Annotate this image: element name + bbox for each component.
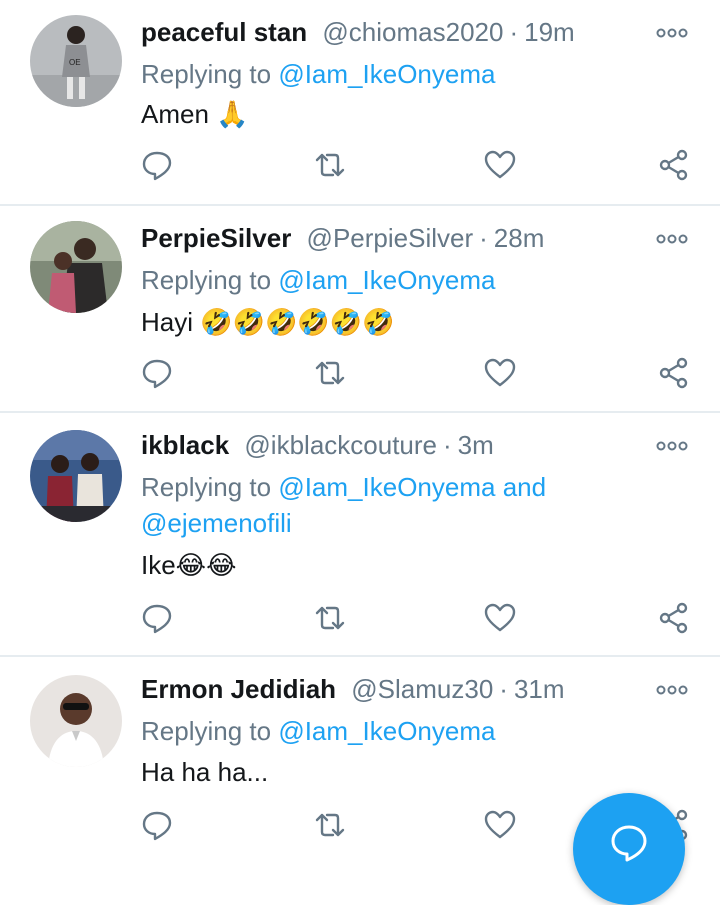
share-icon xyxy=(659,149,688,181)
compose-icon xyxy=(611,825,647,862)
like-icon xyxy=(484,603,516,632)
like-button[interactable] xyxy=(482,807,518,843)
tweet-text: Amen 🙏 xyxy=(141,99,249,129)
reply-icon xyxy=(142,811,172,841)
user-handle[interactable]: @PerpieSilver xyxy=(307,223,474,253)
timestamp[interactable]: 3m xyxy=(458,430,494,460)
separator: · xyxy=(479,223,488,253)
tweet-header: Ermon Jedidiah @Slamuz30 · 31m xyxy=(141,673,565,705)
share-icon xyxy=(659,357,688,389)
reply-icon xyxy=(142,151,172,181)
mention-link[interactable]: @Iam_IkeOnyema xyxy=(278,265,495,295)
tweet-header: peaceful stan @chiomas2020 · 19m xyxy=(141,16,575,48)
tweet-text: Ike😂😂 xyxy=(141,550,237,580)
retweet-icon xyxy=(315,813,345,837)
tweet-3[interactable]: ikblack @ikblackcouture · 3m Replying to @… xyxy=(0,413,720,657)
mention-link[interactable]: @Iam_IkeOnyema xyxy=(278,716,495,746)
reply-button[interactable] xyxy=(139,600,175,636)
timestamp[interactable]: 28m xyxy=(494,223,545,253)
retweet-icon xyxy=(315,153,345,177)
tweet-actions xyxy=(0,147,720,187)
compose-fab-button[interactable] xyxy=(573,793,685,905)
more-icon xyxy=(656,441,688,451)
more-options-button[interactable] xyxy=(656,26,688,44)
retweet-button[interactable] xyxy=(312,600,348,636)
share-icon xyxy=(659,602,688,634)
like-button[interactable] xyxy=(482,600,518,636)
like-icon xyxy=(484,810,516,839)
reply-icon xyxy=(142,359,172,389)
more-icon xyxy=(656,28,688,38)
share-button[interactable] xyxy=(656,355,692,391)
replying-to-label: Replying to xyxy=(141,472,272,502)
tweet-text: Ha ha ha... xyxy=(141,757,269,787)
more-options-button[interactable] xyxy=(656,439,688,457)
display-name[interactable]: Ermon Jedidiah xyxy=(141,674,336,704)
avatar[interactable] xyxy=(30,675,122,767)
replying-to: Replying to @Iam_IkeOnyema and @ejemenof… xyxy=(141,469,546,541)
svg-text:OE: OE xyxy=(69,58,81,67)
retweet-button[interactable] xyxy=(312,355,348,391)
tweet-actions xyxy=(0,600,720,640)
tweet-text: Hayi 🤣🤣🤣🤣🤣🤣 xyxy=(141,307,395,337)
timestamp[interactable]: 31m xyxy=(514,674,565,704)
avatar[interactable] xyxy=(30,430,122,522)
separator: · xyxy=(443,430,452,460)
reply-button[interactable] xyxy=(139,807,175,843)
like-button[interactable] xyxy=(482,147,518,183)
replying-to: Replying to @Iam_IkeOnyema xyxy=(141,262,495,298)
separator: · xyxy=(509,17,519,47)
replying-to-label: Replying to xyxy=(141,716,272,746)
display-name[interactable]: PerpieSilver xyxy=(141,223,291,253)
separator: · xyxy=(499,674,508,704)
timestamp[interactable]: 19m xyxy=(524,17,575,47)
replying-to-label: Replying to xyxy=(141,59,272,89)
reply-icon xyxy=(142,604,172,634)
display-name[interactable]: peaceful stan xyxy=(141,17,307,47)
like-icon xyxy=(484,150,516,179)
mention-link-2[interactable]: @ejemenofili xyxy=(141,508,292,538)
mention-conjunction: and xyxy=(502,472,547,502)
tweet-1[interactable]: OE peaceful stan @chiomas2020 · 19m Replyi… xyxy=(0,0,720,206)
retweet-button[interactable] xyxy=(312,147,348,183)
tweet-header: PerpieSilver @PerpieSilver · 28m xyxy=(141,222,544,254)
tweet-header: ikblack @ikblackcouture · 3m xyxy=(141,429,494,461)
more-icon xyxy=(656,685,688,695)
like-icon xyxy=(484,358,516,387)
mention-link[interactable]: @Iam_IkeOnyema xyxy=(278,59,495,89)
retweet-button[interactable] xyxy=(312,807,348,843)
reply-button[interactable] xyxy=(139,147,175,183)
retweet-icon xyxy=(315,361,345,385)
more-options-button[interactable] xyxy=(656,683,688,701)
reply-button[interactable] xyxy=(139,355,175,391)
more-icon xyxy=(656,234,688,244)
user-handle[interactable]: @ikblackcouture xyxy=(244,430,437,460)
tweet-2[interactable]: PerpieSilver @PerpieSilver · 28m Replying … xyxy=(0,206,720,413)
share-button[interactable] xyxy=(656,147,692,183)
user-handle[interactable]: @Slamuz30 xyxy=(351,674,493,704)
retweet-icon xyxy=(315,606,345,630)
share-button[interactable] xyxy=(656,600,692,636)
like-button[interactable] xyxy=(482,355,518,391)
avatar[interactable]: OE xyxy=(30,15,122,107)
tweet-actions xyxy=(0,355,720,395)
replying-to: Replying to @Iam_IkeOnyema xyxy=(141,713,495,749)
mention-link[interactable]: @Iam_IkeOnyema xyxy=(278,472,495,502)
replying-to-label: Replying to xyxy=(141,265,272,295)
display-name[interactable]: ikblack xyxy=(141,430,229,460)
replying-to: Replying to @Iam_IkeOnyema xyxy=(141,56,495,92)
more-options-button[interactable] xyxy=(656,232,688,250)
avatar[interactable] xyxy=(30,221,122,313)
user-handle[interactable]: @chiomas2020 xyxy=(322,17,503,47)
